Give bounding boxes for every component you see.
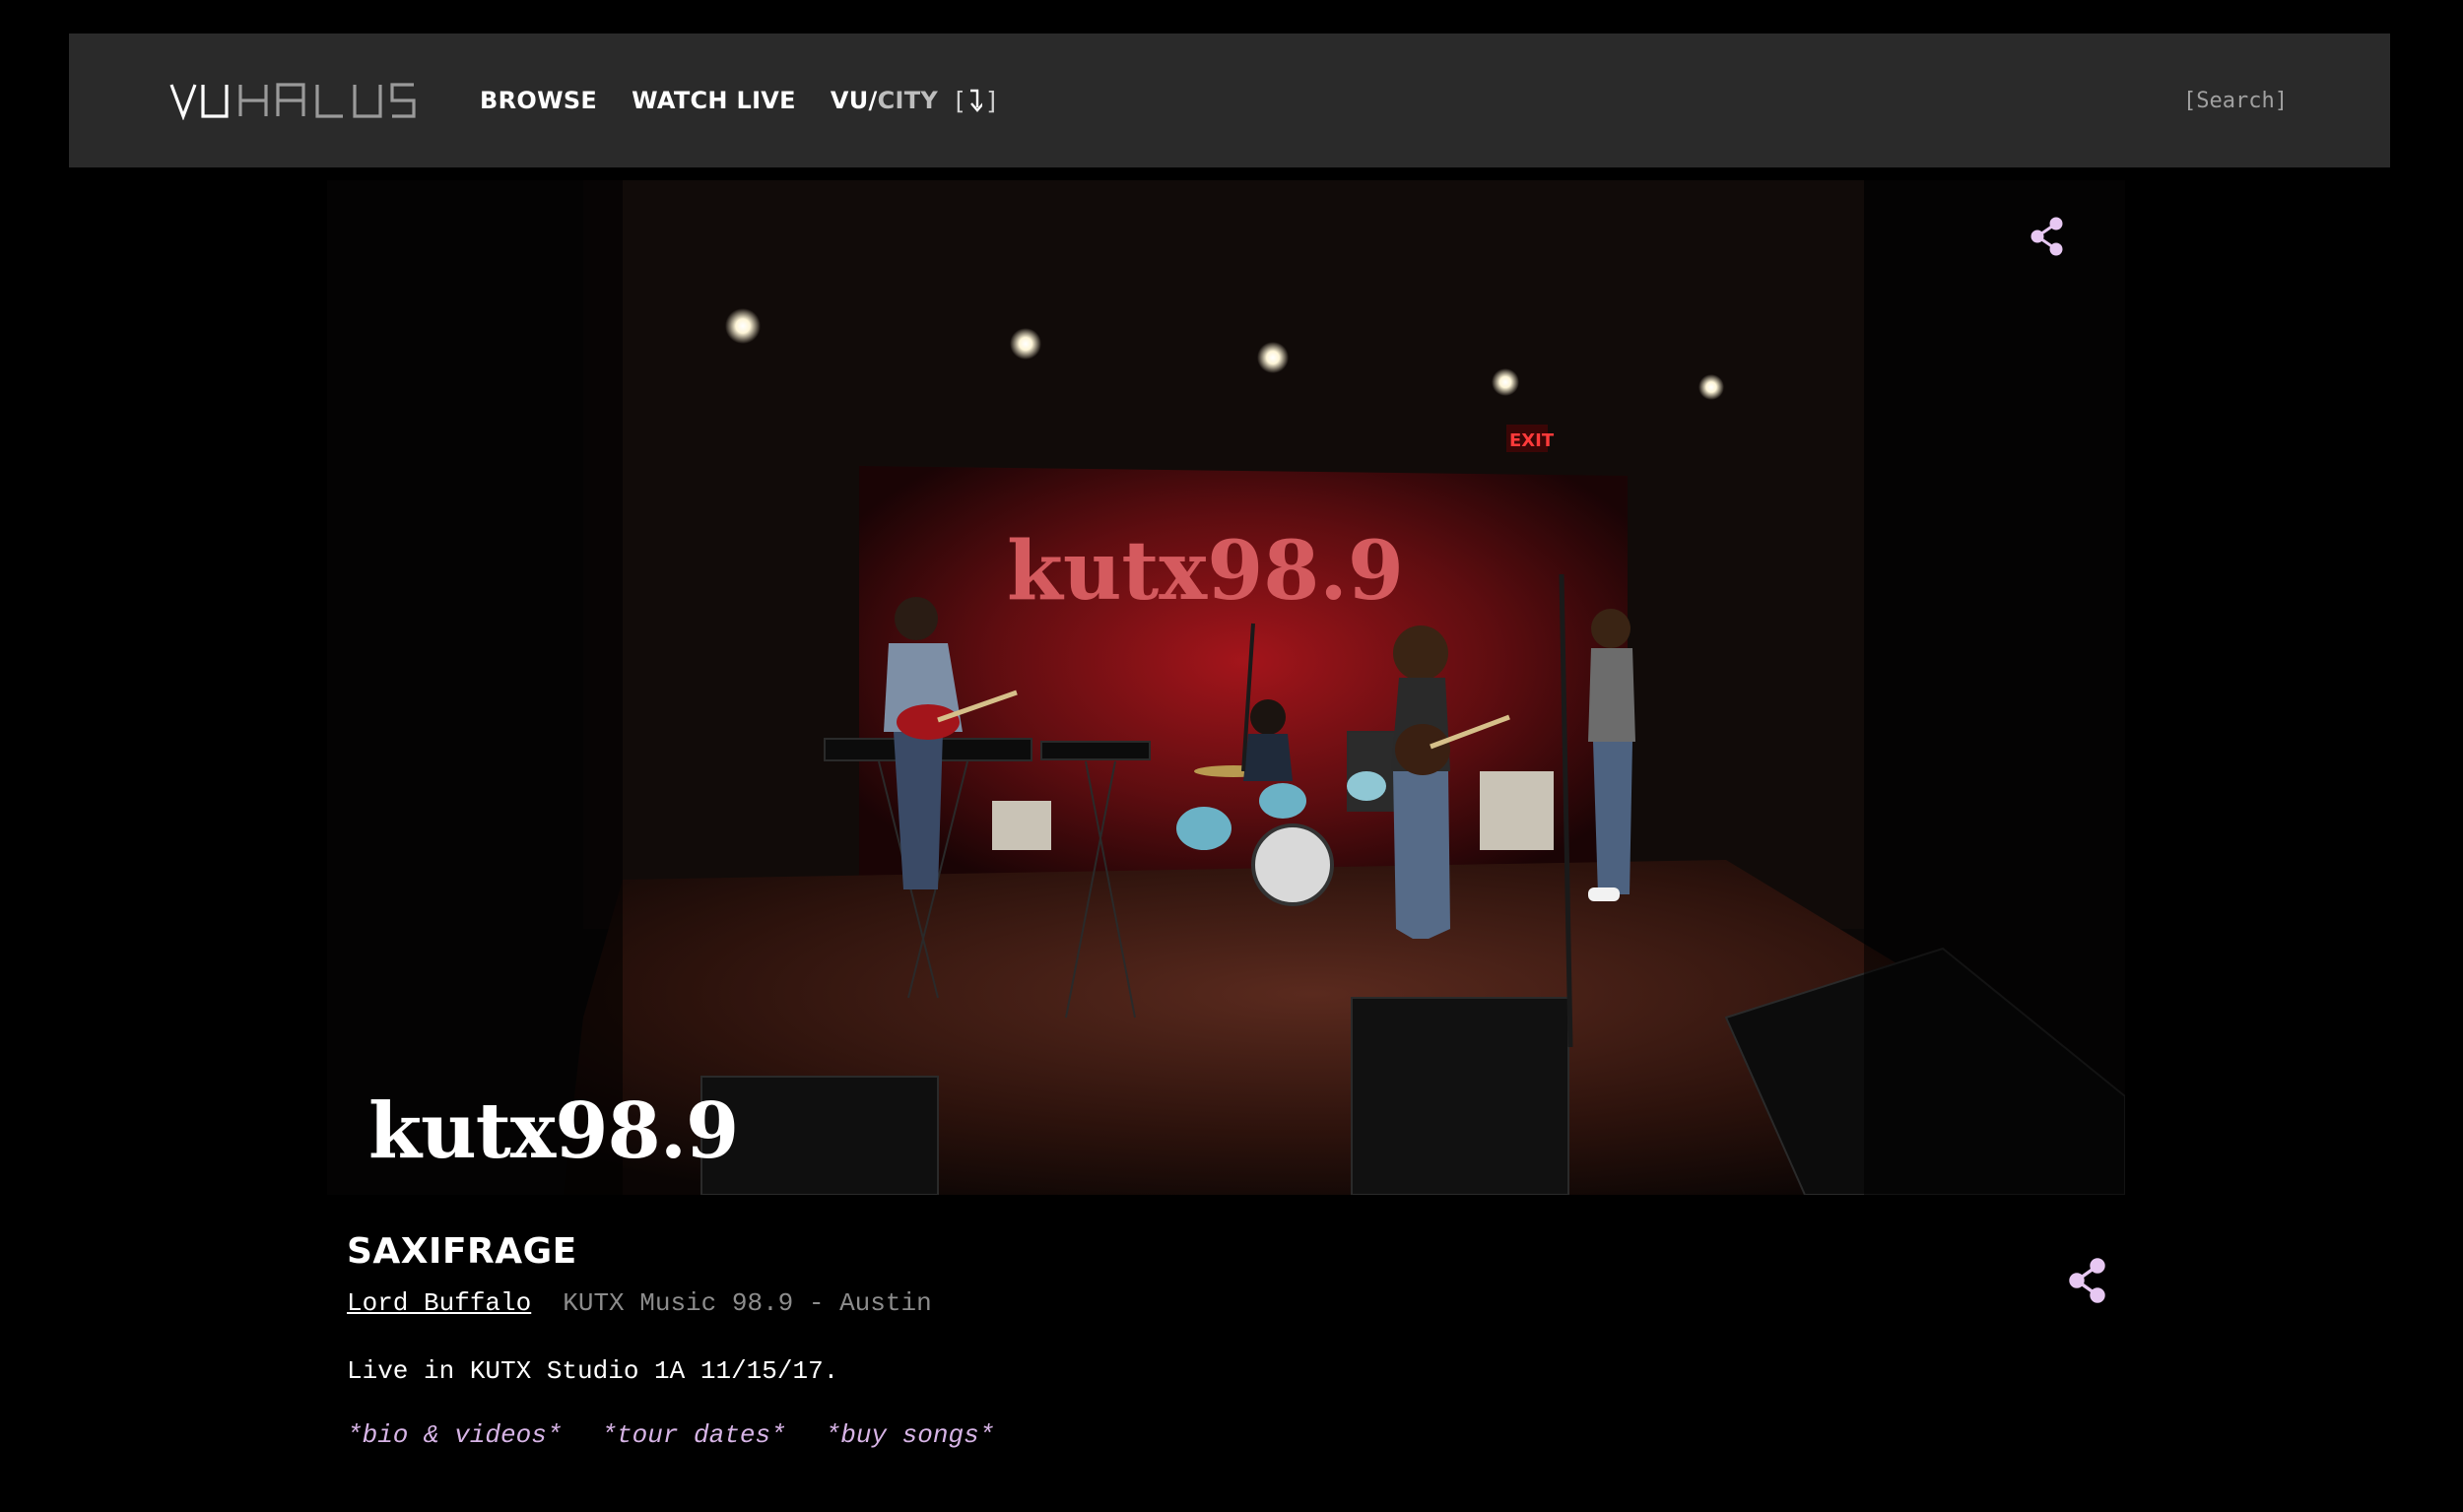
channel-name: KUTX Music 98.9 - Austin: [563, 1288, 932, 1318]
artist-links: *bio & videos* *tour dates* *buy songs*: [347, 1420, 994, 1450]
channel-watermark: kutx98.9: [368, 1086, 739, 1176]
bracket-close: ]: [984, 86, 1000, 115]
song-meta: Lord Buffalo KUTX Music 98.9 - Austin: [347, 1288, 932, 1318]
city-selector[interactable]: [ ]: [952, 87, 1000, 115]
bio-videos-link[interactable]: *bio & videos*: [347, 1420, 562, 1450]
download-icon: [970, 89, 983, 112]
nav-watch-live[interactable]: WATCH LIVE: [632, 87, 796, 114]
artist-link[interactable]: Lord Buffalo: [347, 1288, 531, 1318]
video-description: Live in KUTX Studio 1A 11/15/17.: [347, 1356, 839, 1386]
tour-dates-link[interactable]: *tour dates*: [601, 1420, 785, 1450]
share-icon[interactable]: [2029, 216, 2066, 257]
top-header: BROWSE WATCH LIVE VU/CITY [ ] [Search]: [69, 33, 2390, 167]
bracket-open: [: [952, 86, 967, 115]
share-icon[interactable]: [2067, 1258, 2108, 1303]
nav-browse[interactable]: BROWSE: [480, 87, 597, 114]
search-input[interactable]: [Search]: [2183, 33, 2288, 167]
backdrop-kutx-text: kutx98.9: [1007, 524, 1404, 619]
city-prefix: VU/: [830, 87, 878, 114]
main-nav: BROWSE WATCH LIVE VU/CITY [ ]: [480, 33, 1000, 167]
vuhaus-logo[interactable]: [169, 81, 416, 120]
nav-vu-city[interactable]: VU/CITY [ ]: [831, 87, 1000, 115]
video-player[interactable]: kutx98.9 EXIT kutx98.9: [327, 180, 2125, 1195]
city-name: CITY: [877, 87, 939, 114]
song-title: SAXIFRAGE: [347, 1231, 577, 1272]
exit-sign: EXIT: [1509, 430, 1555, 451]
performance-video-frame: kutx98.9 EXIT: [327, 180, 2125, 1195]
buy-songs-link[interactable]: *buy songs*: [826, 1420, 995, 1450]
